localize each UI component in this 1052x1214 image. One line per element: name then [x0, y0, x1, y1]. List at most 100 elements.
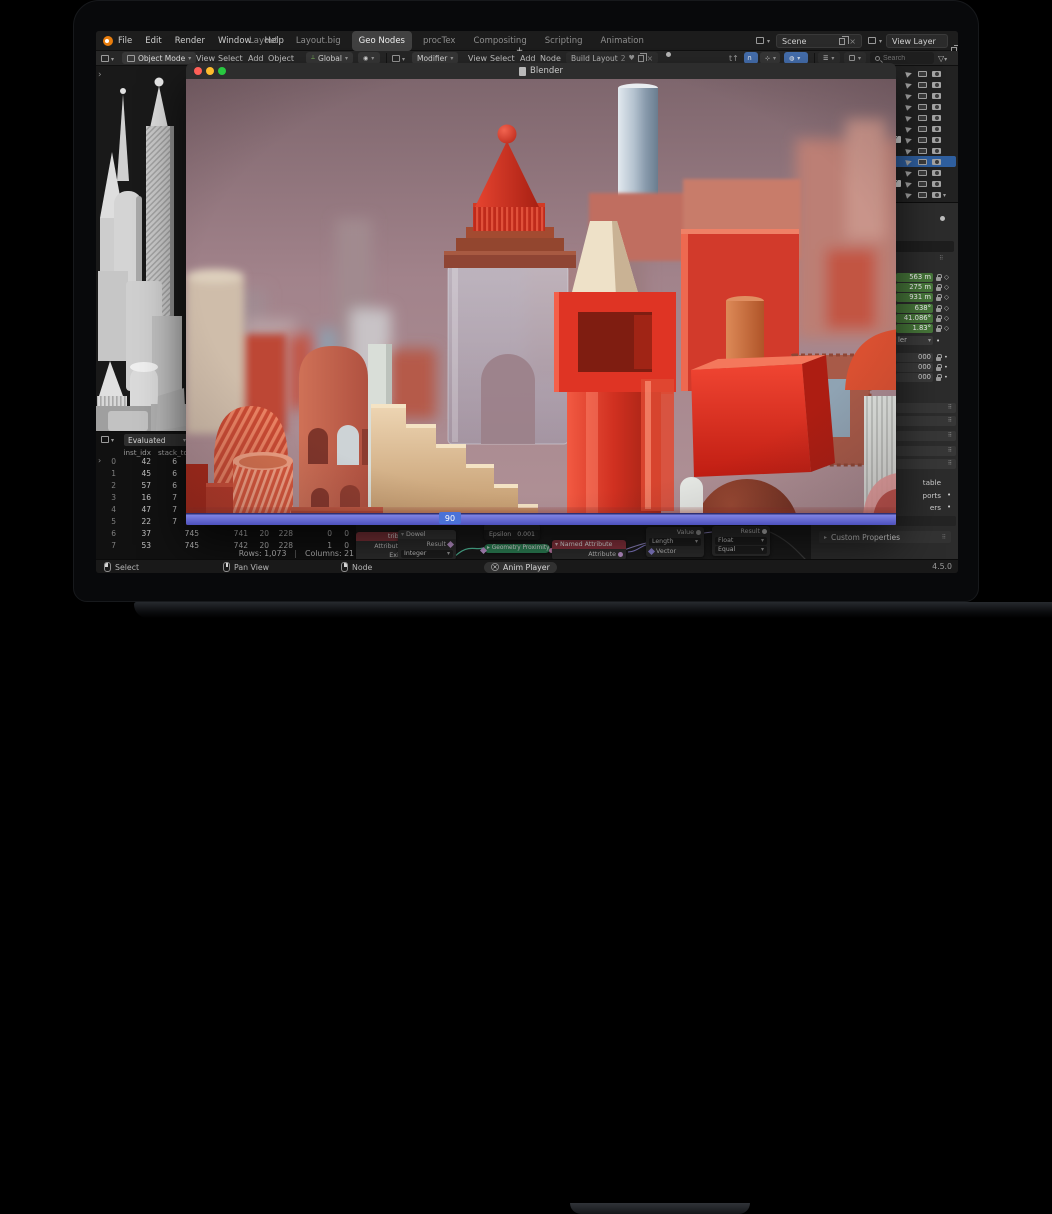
view-layer-selector[interactable]: View Layer [886, 34, 948, 48]
selectable-toggle-icon[interactable] [905, 70, 913, 78]
scene-selector[interactable]: Scene × [776, 34, 862, 48]
collapsed-panel-header[interactable]: ⠿ [896, 459, 956, 469]
lock-icon[interactable] [936, 318, 941, 322]
hide-viewport-toggle-icon[interactable] [918, 82, 927, 88]
keyframe-icon[interactable]: ◇ [944, 273, 949, 282]
disable-render-toggle-icon[interactable] [932, 170, 941, 176]
disable-render-toggle-icon[interactable] [932, 104, 941, 110]
visibility-row[interactable]: ers [896, 503, 941, 512]
viewport-editor-type-icon[interactable] [101, 55, 109, 62]
keyframe-icon[interactable]: ◇ [944, 293, 949, 302]
location-field[interactable]: 931 m [896, 293, 933, 302]
menu-item[interactable]: File [118, 31, 132, 51]
property-field[interactable] [896, 516, 956, 526]
keyframe-icon[interactable]: ◇ [944, 283, 949, 292]
disable-render-toggle-icon[interactable] [932, 192, 941, 198]
scale-field[interactable]: 000 [896, 373, 933, 382]
keyframe-icon[interactable]: ◇ [944, 314, 949, 323]
workspace-tab[interactable]: Compositing [466, 31, 533, 51]
filter-funnel-icon[interactable]: ▽▾ [938, 51, 947, 67]
epsilon-field[interactable]: Epsilon0.001 [486, 531, 538, 539]
geometry-proximity-node[interactable]: ▸ Geometry Proximity [484, 544, 550, 553]
clay-viewport-image[interactable]: › [96, 66, 186, 431]
outliner-row[interactable] [893, 178, 956, 189]
chevron-down-icon[interactable]: ▾ [943, 192, 946, 199]
minimize-traffic-light[interactable] [206, 67, 214, 75]
visibility-row[interactable]: ports [896, 491, 941, 500]
hide-viewport-toggle-icon[interactable] [918, 71, 927, 77]
hide-viewport-toggle-icon[interactable] [918, 104, 927, 110]
hide-viewport-toggle-icon[interactable] [918, 115, 927, 121]
value-node[interactable]: ▾ Dowel Result Integer▾ [398, 530, 456, 560]
value-fields-node[interactable]: Epsilon0.001 [484, 524, 540, 540]
scale-field[interactable]: 000 [896, 353, 933, 362]
lock-icon[interactable] [936, 357, 941, 361]
render-window-titlebar[interactable]: Blender [186, 63, 896, 79]
maximize-traffic-light[interactable] [218, 67, 226, 75]
hide-viewport-toggle-icon[interactable] [918, 181, 927, 187]
data-type-dropdown[interactable]: Integer▾ [401, 550, 453, 558]
anim-player-job[interactable]: ✕Anim Player [484, 562, 557, 573]
keyframe-dot[interactable]: • [947, 503, 951, 511]
workspace-tab[interactable]: Geo Nodes [352, 31, 412, 51]
close-traffic-light[interactable] [194, 67, 202, 75]
workspace-tab[interactable]: Layout.big [289, 31, 348, 51]
selectable-toggle-icon[interactable] [905, 136, 913, 144]
workspace-tab[interactable]: Scripting [538, 31, 590, 51]
chevron-down-icon[interactable]: ▾ [402, 56, 405, 63]
location-field[interactable]: 563 m [896, 273, 933, 282]
selectable-toggle-icon[interactable] [905, 180, 913, 188]
menu-item[interactable]: Edit [145, 31, 161, 51]
hide-viewport-toggle-icon[interactable] [918, 93, 927, 99]
lock-icon[interactable] [936, 287, 941, 291]
data-type-dropdown[interactable]: Float▾ [715, 537, 767, 545]
cancel-job-icon[interactable]: ✕ [491, 563, 499, 571]
hide-viewport-toggle-icon[interactable] [918, 170, 927, 176]
custom-properties-panel[interactable]: ▸Custom Properties⠿ [819, 531, 951, 543]
rotation-field[interactable]: 1.83° [896, 324, 933, 333]
keyframe-dot[interactable]: • [944, 353, 948, 362]
table-row[interactable]: 6 37 745 741 20 228 0 0 [96, 528, 356, 540]
view-layer-icon[interactable] [868, 37, 876, 44]
lock-icon[interactable] [936, 308, 941, 312]
keyframe-dot[interactable]: • [947, 491, 951, 499]
collapsed-panel-header[interactable]: ⠿ [896, 416, 956, 426]
selectable-toggle-icon[interactable] [905, 92, 913, 100]
visibility-row[interactable]: table [896, 478, 941, 487]
hide-viewport-toggle-icon[interactable] [918, 159, 927, 165]
lock-icon[interactable] [936, 297, 941, 301]
dataset-dropdown[interactable]: Evaluated▾ [124, 434, 190, 446]
selectable-toggle-icon[interactable] [905, 125, 913, 133]
workspace-tab[interactable]: Animation [594, 31, 651, 51]
disable-render-toggle-icon[interactable] [932, 126, 941, 132]
chevron-down-icon[interactable]: ▾ [767, 38, 770, 45]
disable-render-toggle-icon[interactable] [932, 93, 941, 99]
lock-icon[interactable] [936, 377, 941, 381]
disable-render-toggle-icon[interactable] [932, 159, 941, 165]
outliner-row[interactable] [893, 123, 956, 134]
rotation-field[interactable]: 41.086° [896, 314, 933, 323]
lock-icon[interactable] [936, 277, 941, 281]
collapsed-panel-header[interactable]: ⠿ [896, 446, 956, 456]
operation-dropdown[interactable]: Length▾ [649, 538, 701, 546]
rotation-mode-dropdown[interactable]: ler▾ [896, 336, 933, 345]
lock-icon[interactable] [936, 328, 941, 332]
outliner-row[interactable] [893, 156, 956, 167]
render-window[interactable]: Blender [186, 63, 896, 525]
outliner-row[interactable] [893, 112, 956, 123]
close-icon[interactable]: × [849, 37, 856, 46]
collapsed-panel-header[interactable]: ⠿ [896, 403, 956, 413]
workspace-tab[interactable]: procTex [416, 31, 462, 51]
keyframe-icon[interactable]: ◇ [944, 324, 949, 333]
hide-viewport-toggle-icon[interactable] [918, 148, 927, 154]
workspace-tab[interactable]: Layout [242, 31, 285, 51]
keyframe-dot[interactable]: • [944, 363, 948, 372]
disable-render-toggle-icon[interactable] [932, 148, 941, 154]
named-attribute-node[interactable]: ▾ Named Attribute Attribute [552, 540, 626, 560]
selectable-toggle-icon[interactable] [905, 103, 913, 111]
region-toggle-arrow[interactable]: › [98, 70, 102, 80]
disable-render-toggle-icon[interactable] [932, 181, 941, 187]
location-field[interactable]: 275 m [896, 283, 933, 292]
chevron-down-icon[interactable]: ▾ [111, 56, 114, 63]
outliner-row[interactable] [893, 134, 956, 145]
